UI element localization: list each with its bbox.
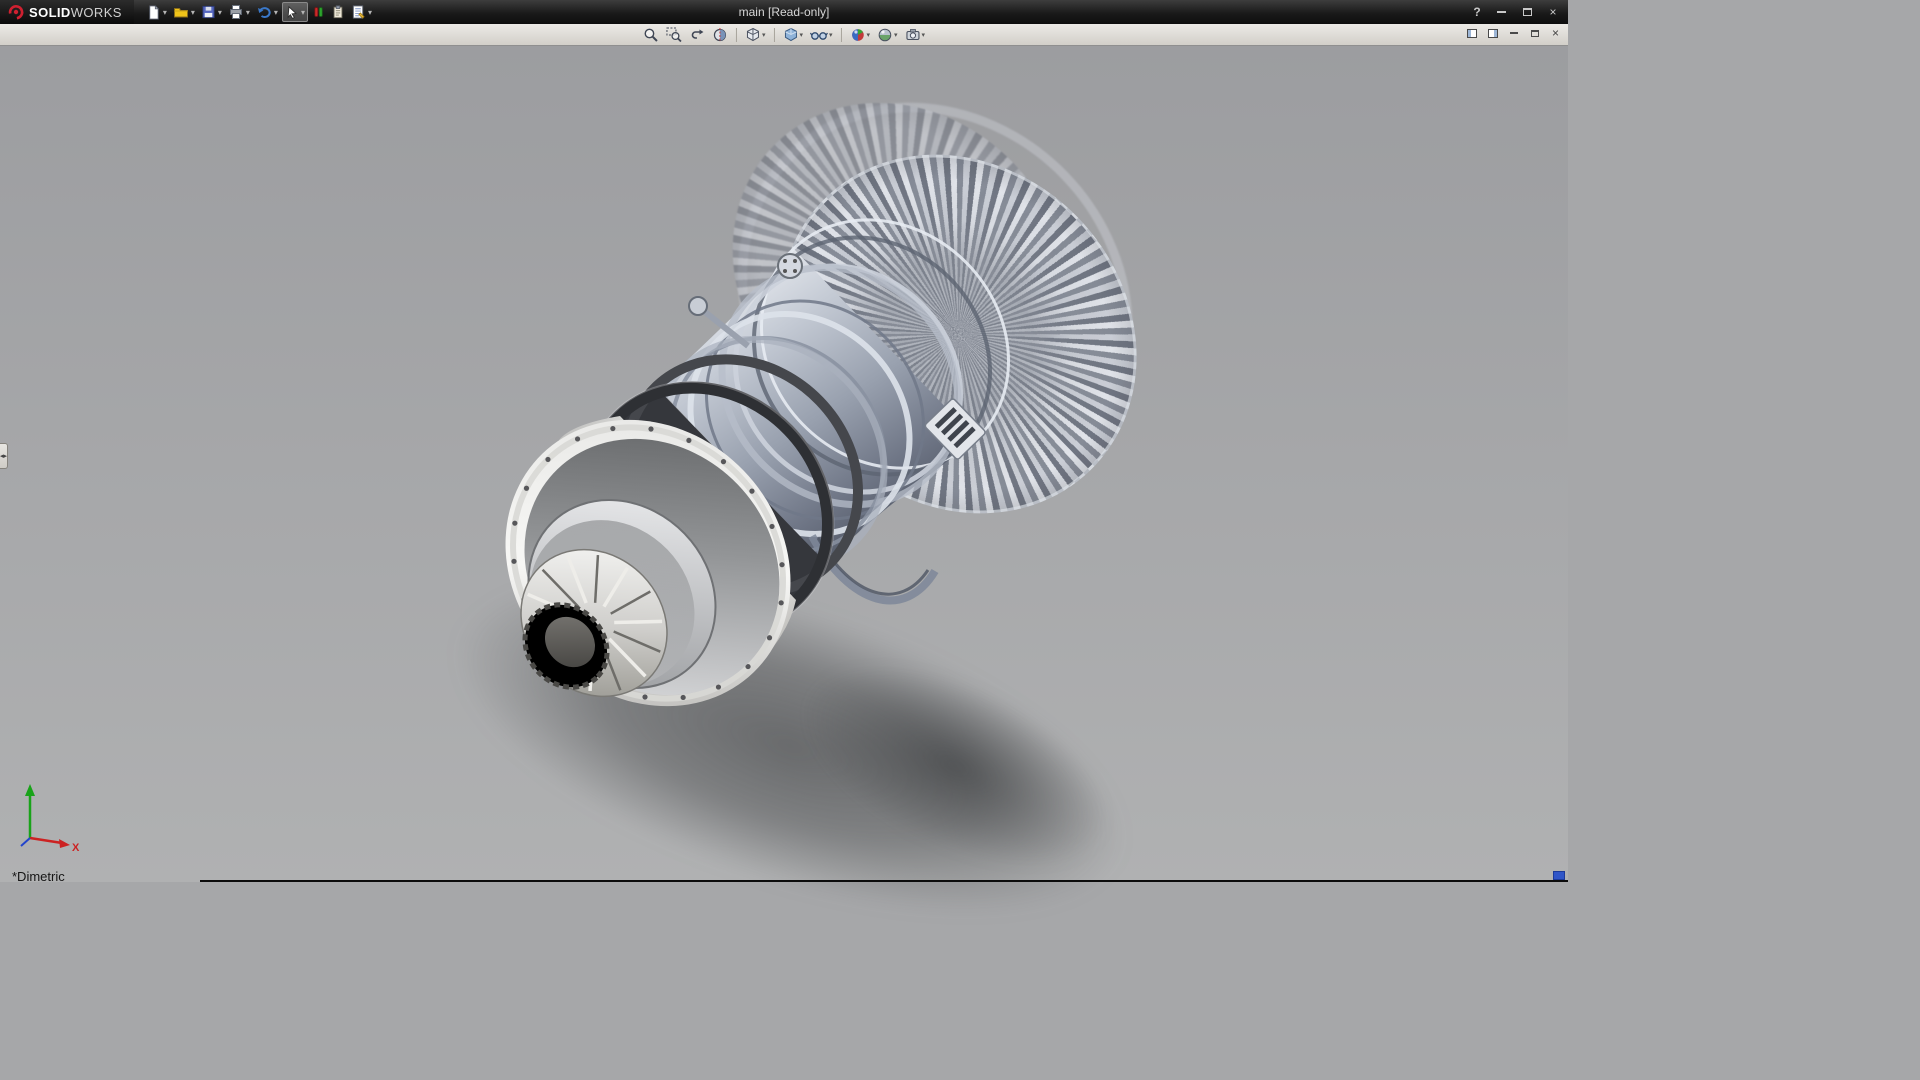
save-button[interactable]: ▾ — [199, 2, 224, 22]
edit-appearance-button[interactable]: ▾ — [848, 25, 873, 44]
document-close-button[interactable]: × — [1547, 25, 1564, 41]
solidworks-logo-icon — [8, 4, 24, 20]
logo-light: WORKS — [71, 5, 122, 20]
new-document-button[interactable]: ▾ — [144, 2, 169, 22]
document-minimize-button[interactable] — [1505, 25, 1522, 41]
print-button[interactable]: ▾ — [226, 2, 252, 22]
open-button[interactable]: ▾ — [171, 2, 197, 22]
document-window-controls: × — [1463, 25, 1564, 41]
headsup-toolbar-strip: ▾ ▾ ▾ ▾ — [0, 24, 1568, 46]
previous-view-button[interactable] — [687, 25, 707, 44]
pane-toggle-right-button[interactable] — [1484, 25, 1501, 41]
view-orientation-dropdown[interactable]: ▾ — [762, 31, 766, 39]
design-binder-button[interactable]: ▾ — [349, 2, 374, 22]
apply-scene-dropdown[interactable]: ▾ — [894, 31, 898, 39]
toolbar-separator — [736, 28, 737, 42]
document-restore-icon — [1531, 30, 1539, 37]
graphics-viewport[interactable]: X *Dimetric ◂▸ — [0, 46, 1568, 882]
clipboard-icon — [331, 4, 345, 20]
view-settings-icon — [905, 27, 921, 43]
toolbar-separator — [773, 28, 774, 42]
edit-appearance-dropdown[interactable]: ▾ — [867, 31, 871, 39]
view-settings-button[interactable]: ▾ — [903, 25, 928, 44]
solidworks-logo-text: SOLIDWORKS — [29, 5, 122, 20]
view-orientation-icon — [745, 27, 761, 43]
section-view-button[interactable] — [710, 25, 730, 44]
bottom-edge — [200, 880, 1568, 882]
triad-y-arrowhead — [25, 784, 35, 796]
print-dropdown-arrow[interactable]: ▾ — [246, 8, 250, 17]
zoom-to-area-button[interactable] — [664, 25, 684, 44]
open-dropdown-arrow[interactable]: ▾ — [191, 8, 195, 17]
main-toolbar: ▾ ▾ ▾ ▾ — [144, 2, 374, 22]
view-orientation-status: *Dimetric — [12, 869, 65, 884]
save-icon — [201, 4, 216, 20]
toolbar-separator — [841, 28, 842, 42]
zoom-to-fit-button[interactable] — [641, 25, 661, 44]
logo-bold: SOLID — [29, 5, 71, 20]
restore-icon — [1523, 8, 1532, 16]
hide-show-items-icon — [810, 27, 828, 43]
window-controls: ? × — [1470, 0, 1562, 24]
undo-icon — [256, 4, 272, 20]
minimize-button[interactable] — [1492, 5, 1510, 19]
select-button[interactable]: ▾ — [282, 2, 308, 22]
undo-dropdown-arrow[interactable]: ▾ — [274, 8, 278, 17]
print-icon — [228, 4, 244, 20]
section-view-icon — [712, 27, 728, 43]
triad-x-axis — [30, 838, 62, 843]
document-restore-button[interactable] — [1526, 25, 1543, 41]
zoom-to-fit-icon — [643, 27, 659, 43]
close-button[interactable]: × — [1544, 5, 1562, 19]
zoom-to-area-icon — [666, 27, 682, 43]
hide-show-items-button[interactable]: ▾ — [808, 25, 835, 44]
save-dropdown-arrow[interactable]: ▾ — [218, 8, 222, 17]
help-icon[interactable]: ? — [1470, 5, 1484, 19]
triad-x-label: X — [72, 842, 80, 852]
view-orientation-button[interactable]: ▾ — [743, 25, 768, 44]
pane-toggle-left-button[interactable] — [1463, 25, 1480, 41]
triad-z-axis — [21, 838, 30, 846]
window-title: main [Read-only] — [739, 5, 830, 19]
display-style-dropdown[interactable]: ▾ — [799, 31, 803, 39]
engine-model — [0, 46, 1568, 882]
open-icon — [173, 4, 189, 20]
display-style-icon — [782, 27, 798, 43]
clipboard-button[interactable] — [329, 2, 347, 22]
hide-show-items-dropdown[interactable]: ▾ — [829, 31, 833, 39]
solidworks-logo: SOLIDWORKS — [0, 0, 134, 24]
instant3d-toggle-icon — [312, 4, 325, 20]
design-binder-icon — [351, 4, 366, 20]
new-document-icon — [146, 4, 161, 20]
minimize-icon — [1497, 11, 1506, 13]
orientation-triad[interactable]: X — [14, 780, 84, 852]
pane-left-icon — [1467, 29, 1477, 38]
previous-view-icon — [689, 27, 705, 43]
select-dropdown-arrow[interactable]: ▾ — [301, 8, 305, 17]
title-bar: SOLIDWORKS ▾ ▾ ▾ — [0, 0, 1568, 24]
undo-button[interactable]: ▾ — [254, 2, 280, 22]
instant3d-toggle-button[interactable] — [310, 2, 327, 22]
pane-right-icon — [1488, 29, 1498, 38]
status-grip — [1553, 871, 1565, 880]
select-cursor-icon — [285, 5, 299, 20]
headsup-view-toolbar: ▾ ▾ ▾ ▾ — [641, 25, 927, 44]
document-minimize-icon — [1510, 32, 1518, 34]
featuremanager-splitter[interactable]: ◂▸ — [0, 443, 8, 469]
display-style-button[interactable]: ▾ — [780, 25, 805, 44]
triad-x-arrowhead — [59, 839, 70, 848]
apply-scene-icon — [877, 27, 893, 43]
new-dropdown-arrow[interactable]: ▾ — [163, 8, 167, 17]
edit-appearance-icon — [850, 27, 866, 43]
restore-button[interactable] — [1518, 5, 1536, 19]
design-binder-dropdown-arrow[interactable]: ▾ — [368, 8, 372, 17]
apply-scene-button[interactable]: ▾ — [875, 25, 900, 44]
view-settings-dropdown[interactable]: ▾ — [922, 31, 926, 39]
